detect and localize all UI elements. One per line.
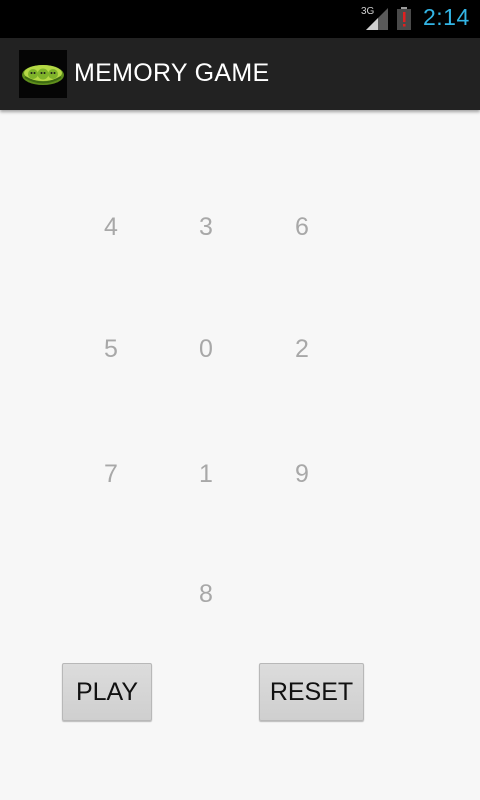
clock: 2:14 [423,4,470,30]
number-cell-r1c1[interactable]: 4 [91,213,131,242]
number-cell-r2c1[interactable]: 5 [91,335,131,364]
screen: 3G 2:14 MEMORY GAME 4 3 6 5 0 2 7 1 9 8 … [0,0,480,800]
action-bar: MEMORY GAME [0,38,480,110]
status-bar: 3G 2:14 [0,0,480,38]
number-cell-r3c1[interactable]: 7 [91,460,131,489]
number-cell-r2c2[interactable]: 0 [186,335,226,364]
reset-button[interactable]: RESET [259,663,364,721]
number-cell-r2c3[interactable]: 2 [282,335,322,364]
number-cell-r3c3[interactable]: 9 [282,460,322,489]
number-cell-r1c2[interactable]: 3 [186,213,226,242]
battery-alert-icon [397,7,411,30]
peapod-app-icon[interactable] [19,50,67,98]
number-cell-r4c2[interactable]: 8 [186,580,226,609]
number-cell-r3c2[interactable]: 1 [186,460,226,489]
peapod-icon [22,65,64,85]
signal-icon [366,8,388,30]
number-cell-r1c3[interactable]: 6 [282,213,322,242]
page-title: MEMORY GAME [74,59,270,87]
play-button[interactable]: PLAY [62,663,152,721]
